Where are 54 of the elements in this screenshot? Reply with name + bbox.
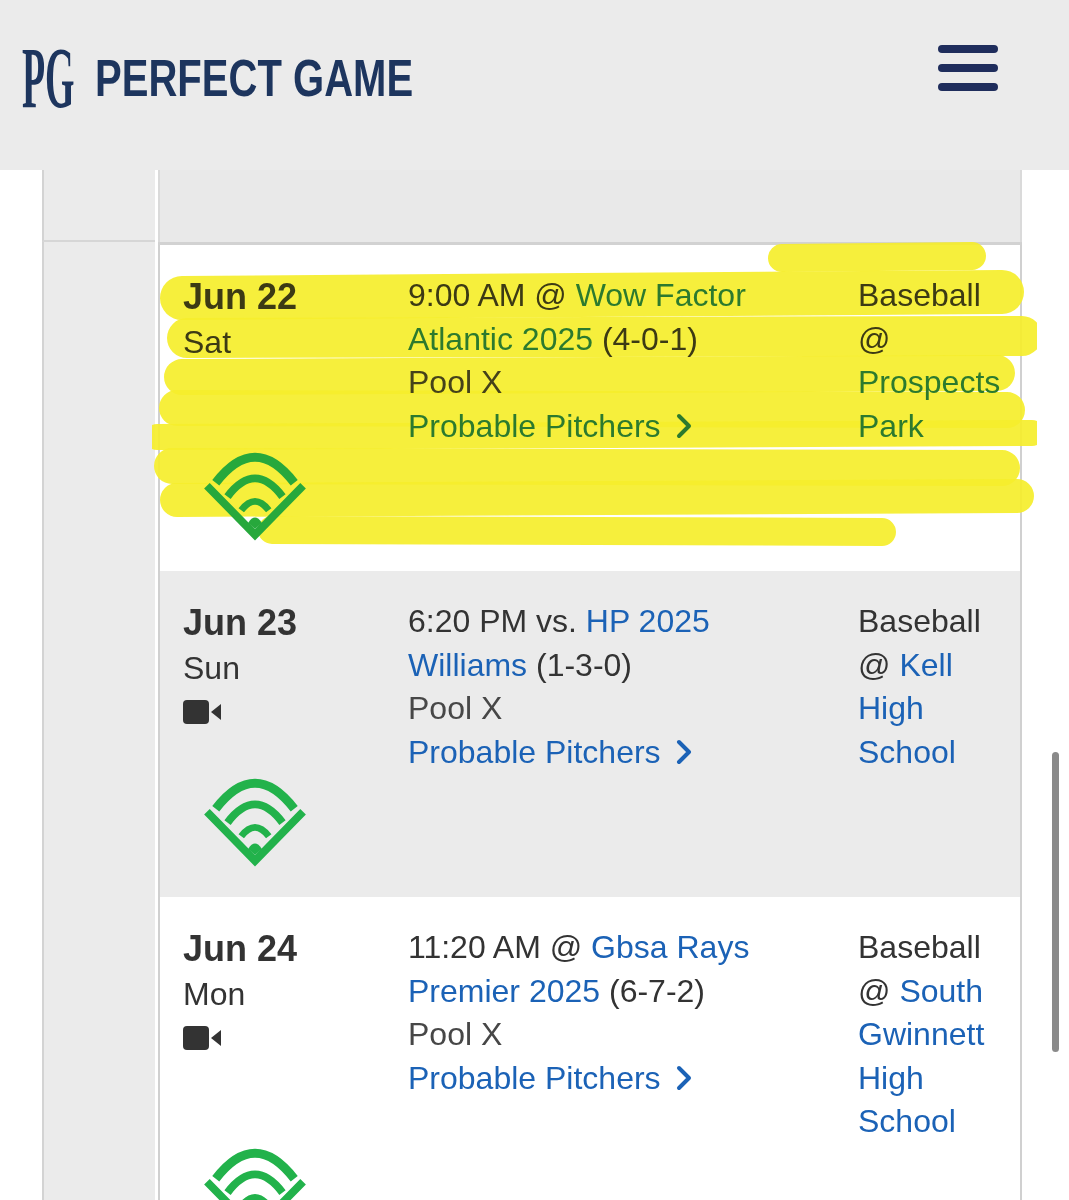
probable-pitchers-link[interactable]: Probable Pitchers <box>408 1056 692 1100</box>
team-link[interactable]: Atlantic 2025 <box>408 320 593 357</box>
chevron-right-icon <box>675 1065 692 1092</box>
sport-name: Baseball <box>858 602 981 641</box>
team-record: (1-3-0) <box>536 646 632 683</box>
venue-link[interactable]: South <box>899 972 983 1009</box>
chevron-right-icon <box>675 413 692 440</box>
venue-link[interactable]: Gwinnett <box>858 1016 985 1052</box>
team-link[interactable]: Gbsa Rays <box>591 929 750 965</box>
game-time: 6:20 PM <box>408 603 528 639</box>
team-record: (4-0-1) <box>601 320 698 357</box>
venue-at-text: @ <box>858 972 891 1009</box>
team-link[interactable]: Premier 2025 <box>408 972 601 1009</box>
venue-link[interactable]: Kell <box>899 646 953 683</box>
venue-link[interactable]: School <box>858 733 956 770</box>
team-link[interactable]: HP 2025 <box>585 603 710 639</box>
matchup-relation: @ <box>534 277 567 313</box>
diamond-signal-icon <box>203 452 307 542</box>
diamond-signal-icon <box>203 778 307 868</box>
probable-pitchers-link[interactable]: Probable Pitchers <box>408 404 692 448</box>
venue-link[interactable]: School <box>858 1103 956 1139</box>
venue-at-text: @ <box>858 320 891 357</box>
matchup-relation: vs. <box>536 603 577 639</box>
pool-name: Pool X <box>408 689 503 728</box>
game-weekday: Sat <box>183 323 232 362</box>
matchup-relation: @ <box>549 929 583 965</box>
chevron-right-icon <box>675 739 692 766</box>
brand-name[interactable]: PERFECT GAME <box>95 52 414 104</box>
game-weekday: Sun <box>183 649 240 688</box>
sport-name: Baseball <box>858 928 981 967</box>
game-date: Jun 22 <box>183 275 298 319</box>
menu-icon <box>938 45 998 91</box>
venue-link[interactable]: Park <box>858 407 924 444</box>
team-record: (6-7-2) <box>609 972 705 1009</box>
game-date: Jun 24 <box>183 927 298 971</box>
venue-link[interactable]: High <box>858 1059 924 1096</box>
sport-name: Baseball <box>858 276 981 315</box>
team-link[interactable]: Williams <box>408 646 528 683</box>
probable-pitchers-link[interactable]: Probable Pitchers <box>408 730 692 774</box>
game-date: Jun 23 <box>183 601 298 645</box>
pool-name: Pool X <box>408 1015 503 1054</box>
game-weekday: Mon <box>183 975 246 1014</box>
game-time: 11:20 AM <box>408 929 541 965</box>
video-camera-icon[interactable] <box>183 700 221 724</box>
team-link[interactable]: Wow Factor <box>575 277 746 313</box>
pool-name: Pool X <box>408 363 503 402</box>
venue-link[interactable]: Prospects <box>858 364 1001 400</box>
scrollbar-thumb[interactable] <box>1052 752 1059 1052</box>
game-time: 9:00 AM <box>408 277 526 313</box>
venue-link[interactable]: High <box>858 690 924 726</box>
menu-button[interactable] <box>938 45 998 91</box>
video-camera-icon[interactable] <box>183 1026 221 1050</box>
logo-mark[interactable]: PG <box>22 40 75 116</box>
venue-at-text: @ <box>858 646 891 683</box>
